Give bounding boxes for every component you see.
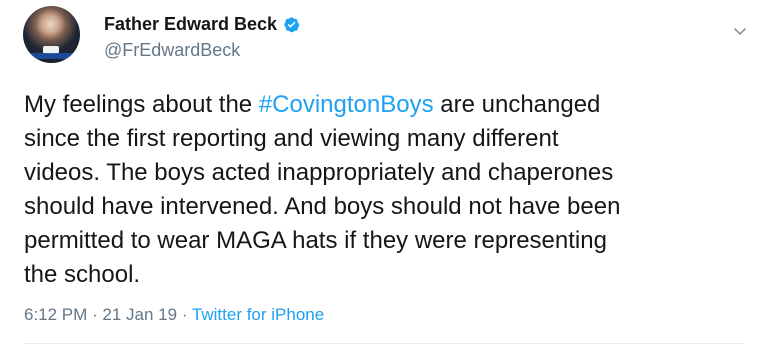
tweet-text: My feelings about the #CovingtonBoys are… — [24, 88, 744, 292]
tweet-card: Father Edward Beck @FrEdwardBeck My feel… — [0, 0, 767, 350]
tweet-line-2: since the first reporting and viewing ma… — [24, 125, 559, 152]
tweet-metadata: 6:12 PM · 21 Jan 19 · Twitter for iPhone — [24, 305, 324, 325]
author-name-row: Father Edward Beck — [104, 13, 300, 35]
tweet-text-segment: My feelings about the — [24, 91, 259, 118]
tweet-time[interactable]: 6:12 PM — [24, 305, 87, 324]
meta-separator: · — [87, 305, 103, 324]
tweet-line-4: should have intervened. And boys should … — [24, 193, 621, 220]
tweet-date[interactable]: 21 Jan 19 — [102, 305, 177, 324]
verified-badge-icon — [283, 16, 300, 33]
tweet-line-1: My feelings about the #CovingtonBoys are… — [24, 88, 744, 122]
tweet-line-6: the school. — [24, 261, 141, 288]
avatar[interactable] — [23, 6, 80, 63]
divider — [24, 343, 744, 344]
tweet-text-segment: are unchanged — [433, 91, 601, 118]
author-display-name[interactable]: Father Edward Beck — [104, 14, 277, 35]
hashtag-link[interactable]: #CovingtonBoys — [259, 91, 434, 118]
meta-separator: · — [177, 305, 192, 324]
avatar-banner — [29, 53, 74, 59]
author-handle[interactable]: @FrEdwardBeck — [104, 40, 240, 61]
tweet-source-link[interactable]: Twitter for iPhone — [192, 305, 324, 324]
tweet-line-5: permitted to wear MAGA hats if they were… — [24, 227, 607, 254]
chevron-down-icon[interactable] — [733, 24, 747, 35]
tweet-line-3: videos. The boys acted inappropriately a… — [24, 159, 614, 186]
